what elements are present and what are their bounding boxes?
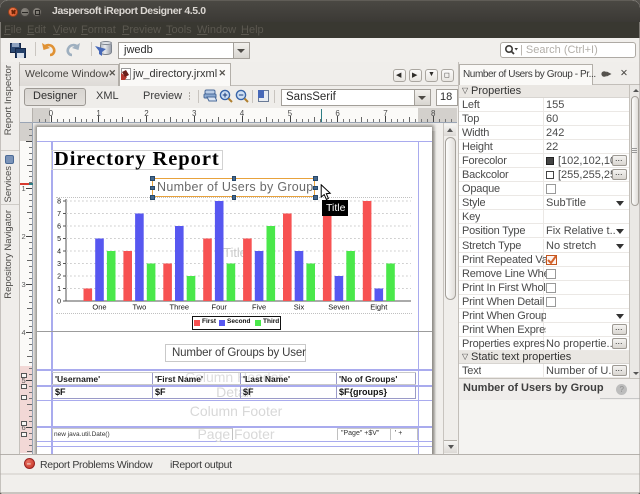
svg-text:3: 3 [57, 261, 61, 268]
svg-text:Three: Three [170, 303, 190, 312]
svg-text:5: 5 [57, 236, 61, 243]
svg-text:6: 6 [57, 224, 61, 231]
svg-text:Eight: Eight [370, 303, 388, 312]
svg-text:Four: Four [211, 303, 227, 312]
svg-text:1: 1 [57, 286, 61, 293]
svg-text:0: 0 [57, 299, 61, 306]
svg-text:Six: Six [294, 303, 305, 312]
svg-text:2: 2 [57, 274, 61, 281]
svg-text:7: 7 [57, 211, 61, 218]
svg-text:One: One [92, 303, 106, 312]
svg-text:4: 4 [57, 249, 61, 256]
svg-text:Five: Five [252, 303, 266, 312]
svg-text:Two: Two [133, 303, 147, 312]
svg-text:Seven: Seven [328, 303, 349, 312]
svg-text:8: 8 [57, 199, 61, 206]
